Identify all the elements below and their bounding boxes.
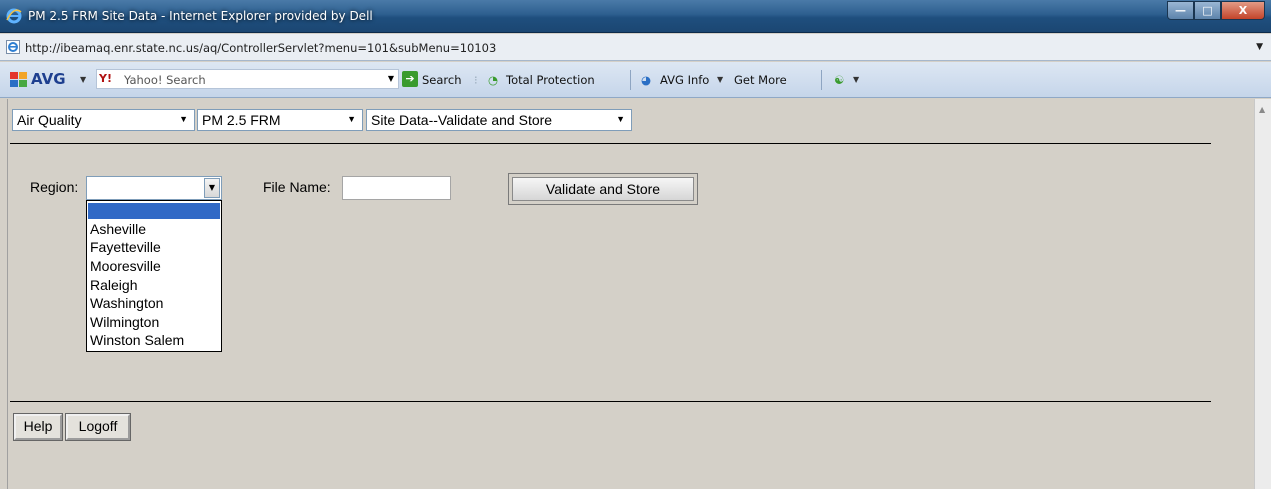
region-option[interactable]: Mooresville <box>90 258 161 274</box>
avg-extra-dropdown-icon[interactable]: ▼ <box>853 75 859 84</box>
region-option[interactable]: Raleigh <box>90 277 137 293</box>
yahoo-search-placeholder: Yahoo! Search <box>124 73 206 87</box>
toolbar-divider <box>821 70 822 90</box>
avg-dropdown-icon[interactable]: ▼ <box>80 75 86 84</box>
validate-and-store-label: Validate and Store <box>512 177 694 201</box>
shield-icon: ◔ <box>488 73 499 87</box>
chevron-down-icon[interactable]: ▼ <box>179 114 188 124</box>
top-divider <box>10 143 1211 144</box>
window-controls: — □ X <box>1167 1 1265 21</box>
address-bar[interactable]: http://ibeamaq.enr.state.nc.us/aq/Contro… <box>0 34 1271 61</box>
submenu-select-value: PM 2.5 FRM <box>202 112 281 128</box>
total-protection-button[interactable]: Total Protection <box>506 73 595 87</box>
get-more-button[interactable]: Get More <box>734 73 787 87</box>
page-select-value: Site Data--Validate and Store <box>371 112 553 128</box>
yahoo-logo-icon[interactable]: Y! <box>99 72 112 85</box>
search-dropdown-icon[interactable]: ▼ <box>388 74 394 83</box>
logoff-button[interactable]: Logoff <box>66 414 130 440</box>
validate-and-store-button[interactable]: Validate and Store <box>508 173 698 205</box>
content-left-edge <box>0 99 8 489</box>
file-name-input[interactable] <box>342 176 451 200</box>
page-select[interactable]: Site Data--Validate and Store ▼ <box>366 109 632 131</box>
vertical-scrollbar[interactable]: ▲ <box>1254 99 1271 489</box>
avg-info-dropdown-icon[interactable]: ▼ <box>717 75 723 84</box>
region-option[interactable]: Winston Salem <box>90 332 184 348</box>
menu-select[interactable]: Air Quality ▼ <box>12 109 195 131</box>
window-title: PM 2.5 FRM Site Data - Internet Explorer… <box>28 9 373 23</box>
help-button[interactable]: Help <box>14 414 62 440</box>
region-option-blank-highlighted[interactable] <box>88 203 220 219</box>
avg-label[interactable]: AVG <box>31 70 66 88</box>
search-go-icon[interactable]: ➔ <box>402 71 418 87</box>
address-dropdown-icon[interactable]: ▼ <box>1256 42 1263 52</box>
url-text[interactable]: http://ibeamaq.enr.state.nc.us/aq/Contro… <box>25 41 496 55</box>
maximize-button[interactable]: □ <box>1194 1 1221 20</box>
scroll-up-icon[interactable]: ▲ <box>1259 105 1265 114</box>
avg-extra-icon[interactable]: ☯ <box>834 73 844 87</box>
avg-logo-icon <box>10 72 27 87</box>
region-option[interactable]: Asheville <box>90 221 146 237</box>
region-option[interactable]: Wilmington <box>90 314 159 330</box>
window-title-bar: PM 2.5 FRM Site Data - Internet Explorer… <box>0 0 1271 33</box>
close-button[interactable]: X <box>1221 1 1265 20</box>
avg-toolbar: AVG ▼ Y! Yahoo! Search ▼ ➔ Search ⁝ ◔ To… <box>0 62 1271 98</box>
page-icon <box>6 40 20 54</box>
yahoo-search-input[interactable]: Y! Yahoo! Search ▼ <box>96 69 399 89</box>
minimize-button[interactable]: — <box>1167 1 1194 20</box>
avg-info-icon: ◕ <box>641 73 652 87</box>
region-label: Region: <box>30 179 79 195</box>
chevron-down-icon[interactable]: ▼ <box>347 114 356 124</box>
toolbar-divider <box>630 70 631 90</box>
menu-select-value: Air Quality <box>17 112 82 128</box>
bottom-divider <box>10 401 1211 402</box>
region-select[interactable]: ▼ <box>86 176 222 200</box>
region-option[interactable]: Washington <box>90 295 163 311</box>
region-dropdown-button[interactable]: ▼ <box>204 178 220 198</box>
search-button[interactable]: Search <box>422 73 462 87</box>
submenu-select[interactable]: PM 2.5 FRM ▼ <box>197 109 363 131</box>
separator-icon: ⁝ <box>474 73 478 87</box>
avg-info-button[interactable]: AVG Info <box>660 73 709 87</box>
region-option[interactable]: Fayetteville <box>90 239 161 255</box>
file-name-label: File Name: <box>263 179 331 195</box>
chevron-down-icon[interactable]: ▼ <box>616 114 625 124</box>
ie-logo-icon <box>6 8 22 24</box>
region-dropdown-list[interactable]: Asheville Fayetteville Mooresville Ralei… <box>86 200 222 352</box>
